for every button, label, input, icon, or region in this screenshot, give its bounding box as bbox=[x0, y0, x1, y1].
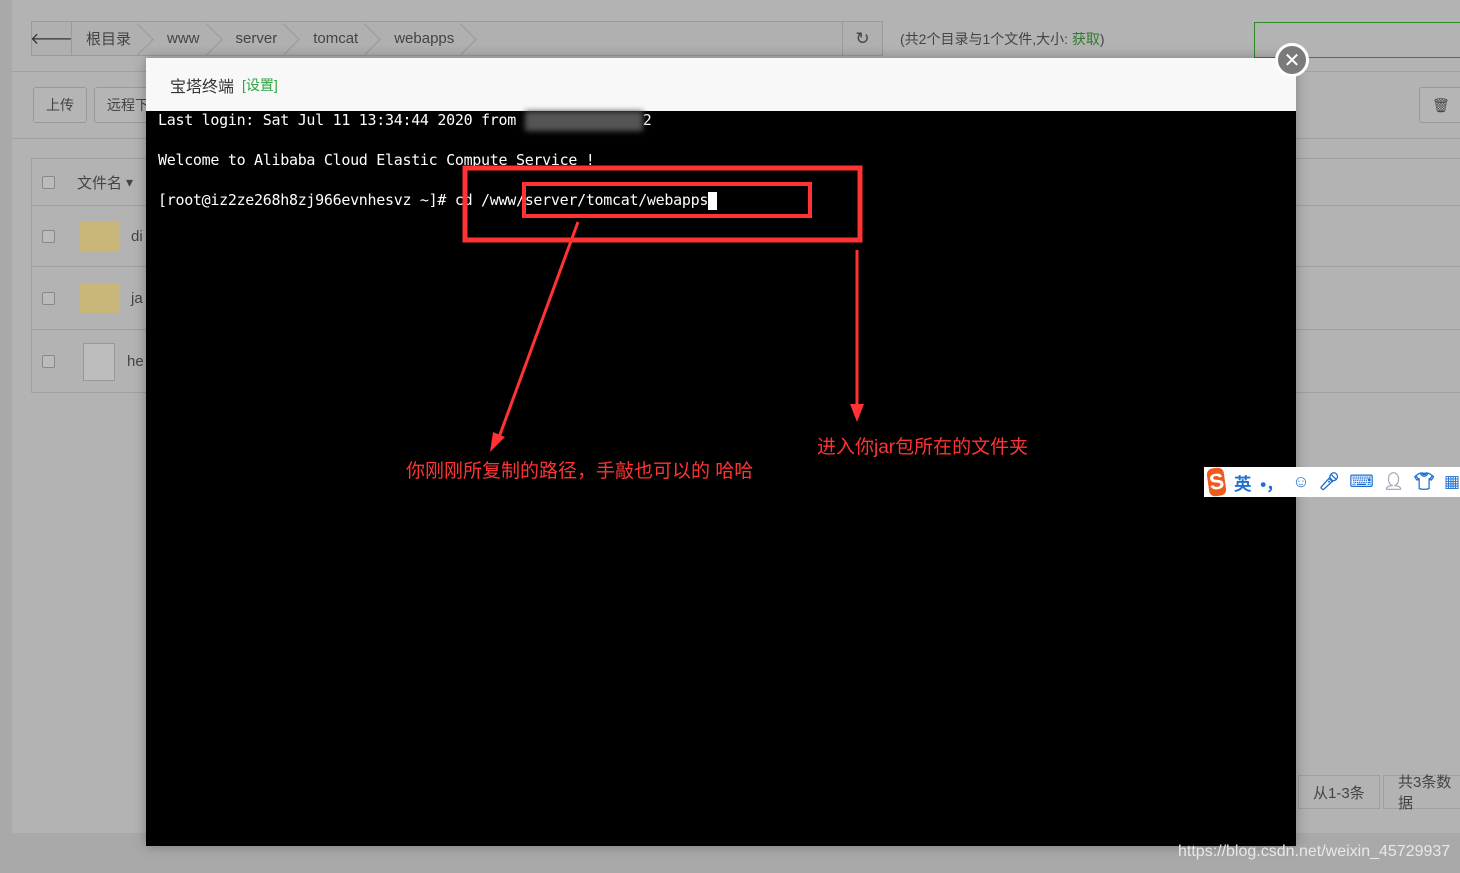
terminal[interactable]: Last login: Sat Jul 11 13:34:44 2020 fro… bbox=[146, 100, 1296, 220]
annotation-left: 你刚刚所复制的路径，手敲也可以的 哈哈 bbox=[406, 461, 754, 482]
select-all-checkbox[interactable] bbox=[42, 175, 55, 189]
keyboard-icon[interactable]: ⌨ bbox=[1349, 472, 1374, 492]
breadcrumb: 🡐 根目录 www server tomcat webapps ↻ bbox=[30, 21, 883, 56]
user-icon[interactable]: 👤︎ bbox=[1383, 472, 1405, 492]
folder-icon bbox=[79, 283, 119, 313]
upload-button[interactable]: 上传 bbox=[33, 87, 87, 123]
terminal-line: Welcome to Alibaba Cloud Elastic Compute… bbox=[158, 151, 595, 169]
terminal-line-end: 2 bbox=[642, 111, 652, 129]
terminal-modal: 宝塔终端 [设置] Last login: Sat Jul 11 13:34:4… bbox=[146, 58, 1296, 846]
file-icon bbox=[83, 342, 115, 381]
ime-punct[interactable]: •， bbox=[1260, 470, 1283, 495]
watermark: https://blog.csdn.net/weixin_45729937 bbox=[1178, 843, 1451, 860]
annotation-right: 进入你jar包所在的文件夹 bbox=[817, 437, 1029, 458]
microphone-icon[interactable]: 🎤︎ bbox=[1319, 472, 1341, 492]
breadcrumb-item[interactable]: www bbox=[153, 22, 222, 55]
terminal-command: /www/server/tomcat/webapps bbox=[481, 191, 709, 209]
terminal-line: Last login: Sat Jul 11 13:34:44 2020 fro… bbox=[158, 111, 525, 129]
back-arrow-icon[interactable]: 🡐 bbox=[30, 22, 73, 55]
breadcrumb-item[interactable]: 根目录 bbox=[72, 22, 153, 55]
get-size-link[interactable]: 获取 bbox=[1072, 31, 1100, 47]
modal-title: 宝塔终端 bbox=[170, 78, 235, 96]
directory-info: (共2个目录与1个文件,大小: 获取) bbox=[900, 29, 1105, 49]
grid-menu-icon[interactable]: ▦ bbox=[1444, 472, 1460, 492]
sogou-logo-icon[interactable]: S bbox=[1206, 466, 1228, 498]
refresh-icon[interactable]: ↻ bbox=[842, 22, 882, 55]
terminal-prompt: [root@iz2ze268h8zj966evnhesvz ~]# cd bbox=[158, 191, 482, 209]
info-suffix: ) bbox=[1099, 31, 1105, 47]
breadcrumb-item[interactable]: server bbox=[222, 22, 300, 55]
column-filename[interactable]: 文件名 bbox=[77, 172, 122, 193]
pager-total: 共3条数据 bbox=[1383, 774, 1460, 812]
info-text: (共2个目录与1个文件,大小: bbox=[900, 31, 1072, 47]
close-icon[interactable]: ✕ bbox=[1275, 43, 1309, 77]
breadcrumb-item[interactable]: tomcat bbox=[299, 22, 380, 55]
row-checkbox[interactable] bbox=[42, 229, 55, 243]
skin-shirt-icon[interactable]: 👕︎ bbox=[1413, 472, 1435, 492]
folder-icon bbox=[79, 221, 119, 251]
emoji-icon[interactable]: ☺ bbox=[1292, 472, 1309, 492]
trash-icon[interactable]: 🗑 bbox=[1419, 87, 1460, 123]
settings-link[interactable]: [设置] bbox=[242, 75, 278, 95]
sort-down-icon[interactable]: ▾ bbox=[126, 174, 133, 191]
ime-toolbar: S 英 •， ☺ 🎤︎ ⌨ 👤︎ 👕︎ ▦ bbox=[1204, 466, 1460, 498]
row-checkbox[interactable] bbox=[42, 291, 55, 305]
row-name[interactable]: di bbox=[131, 228, 143, 245]
row-name[interactable]: he bbox=[127, 353, 144, 370]
row-name[interactable]: ja bbox=[131, 290, 143, 307]
breadcrumb-item[interactable]: webapps bbox=[380, 22, 476, 55]
redacted-ip bbox=[524, 110, 643, 131]
pager-range: 从1-3条 bbox=[1298, 775, 1380, 809]
row-checkbox[interactable] bbox=[42, 355, 55, 368]
ime-mode[interactable]: 英 bbox=[1234, 470, 1251, 495]
terminal-cursor bbox=[708, 191, 718, 210]
